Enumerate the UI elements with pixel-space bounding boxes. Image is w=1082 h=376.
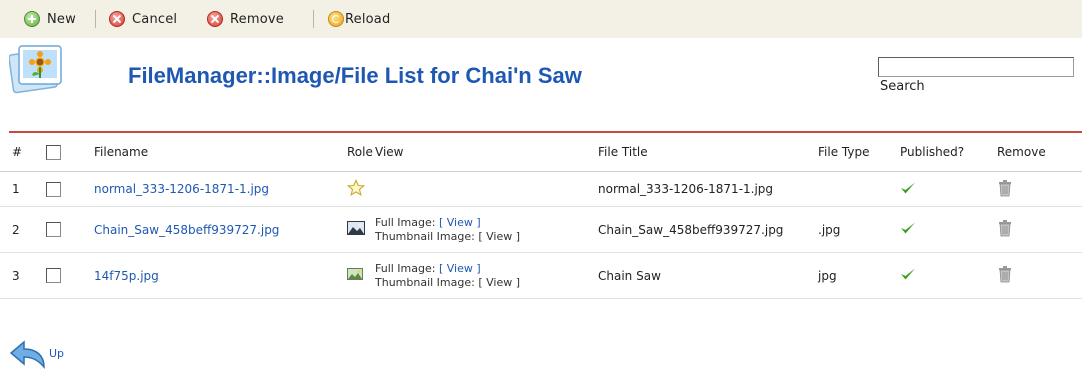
column-header-file-type: File Type bbox=[806, 133, 888, 172]
cancel-button-label: Cancel bbox=[132, 11, 178, 27]
checkmark-icon[interactable] bbox=[900, 267, 916, 281]
image-gallery-icon bbox=[8, 42, 67, 94]
trash-icon[interactable] bbox=[997, 179, 1013, 197]
filename-cell: Chain_Saw_458beff939727.jpg bbox=[82, 206, 335, 253]
table-header-row: # Filename Role View File Title File Typ… bbox=[0, 133, 1082, 172]
toolbar-divider bbox=[313, 10, 314, 28]
table-row: 2 Chain_Saw_458beff939727.jpg Full Image… bbox=[0, 206, 1082, 253]
role-cell bbox=[335, 252, 375, 299]
new-button-label: New bbox=[47, 11, 76, 27]
filename-cell: normal_333-1206-1871-1.jpg bbox=[82, 171, 335, 207]
file-type-cell: jpg bbox=[806, 252, 888, 299]
up-link[interactable]: Up bbox=[49, 347, 64, 360]
cancel-button[interactable]: Cancel bbox=[109, 9, 177, 29]
published-cell bbox=[888, 252, 985, 299]
column-header-select bbox=[42, 133, 82, 172]
file-title-cell: Chain Saw bbox=[586, 252, 806, 299]
remove-button-label: Remove bbox=[230, 11, 284, 27]
row-checkbox[interactable] bbox=[46, 222, 61, 237]
view-full-label: Full Image: bbox=[375, 215, 439, 229]
row-number: 3 bbox=[0, 252, 42, 299]
reload-button[interactable]: Reload bbox=[328, 9, 390, 29]
view-cell: Full Image: [ View ] Thumbnail Image: [ V… bbox=[375, 252, 586, 299]
view-cell: Full Image: [ View ] Thumbnail Image: [ V… bbox=[375, 206, 586, 253]
checkmark-icon[interactable] bbox=[900, 181, 916, 195]
thumbnail-icon[interactable] bbox=[347, 268, 363, 283]
column-header-remove: Remove bbox=[985, 133, 1082, 172]
column-header-role: Role bbox=[335, 133, 375, 172]
remove-icon bbox=[207, 11, 223, 27]
published-cell bbox=[888, 206, 985, 253]
reload-icon bbox=[328, 11, 344, 27]
row-select-cell bbox=[42, 171, 82, 207]
filename-link[interactable]: 14f75p.jpg bbox=[94, 269, 159, 283]
remove-button[interactable]: Remove bbox=[207, 9, 284, 29]
row-checkbox[interactable] bbox=[46, 268, 61, 283]
star-icon[interactable] bbox=[346, 178, 366, 200]
role-cell bbox=[335, 171, 375, 207]
checkmark-icon[interactable] bbox=[900, 221, 916, 235]
row-select-cell bbox=[42, 206, 82, 253]
column-header-number: # bbox=[0, 133, 42, 172]
search-button[interactable]: Search bbox=[880, 79, 925, 94]
file-title-cell: normal_333-1206-1871-1.jpg bbox=[586, 171, 806, 207]
view-full-link[interactable]: [ View ] bbox=[439, 216, 481, 229]
remove-cell bbox=[985, 206, 1082, 253]
reload-button-label: Reload bbox=[345, 11, 391, 27]
image-icon[interactable] bbox=[347, 221, 365, 238]
add-icon bbox=[24, 11, 40, 27]
column-header-published: Published? bbox=[888, 133, 985, 172]
filename-link[interactable]: Chain_Saw_458beff939727.jpg bbox=[94, 223, 279, 237]
trash-icon[interactable] bbox=[997, 265, 1013, 283]
view-thumb-label: Thumbnail Image: [ View ] bbox=[375, 229, 521, 243]
view-thumb-label: Thumbnail Image: [ View ] bbox=[375, 275, 521, 289]
row-checkbox[interactable] bbox=[46, 181, 61, 197]
table-row: 3 14f75p.jpg Full Image: [ View ] Thumbna… bbox=[0, 252, 1082, 299]
row-number: 1 bbox=[0, 171, 42, 207]
filename-cell: 14f75p.jpg bbox=[82, 252, 335, 299]
trash-icon[interactable] bbox=[997, 219, 1013, 237]
file-title-cell: Chain_Saw_458beff939727.jpg bbox=[586, 206, 806, 253]
filename-link[interactable]: normal_333-1206-1871-1.jpg bbox=[94, 182, 269, 196]
view-full-label: Full Image: bbox=[375, 261, 439, 275]
file-type-cell: .jpg bbox=[806, 206, 888, 253]
column-header-view: View bbox=[375, 133, 586, 172]
up-arrow-icon[interactable] bbox=[9, 337, 46, 373]
cancel-icon bbox=[109, 11, 125, 27]
search-input[interactable] bbox=[878, 57, 1074, 77]
toolbar-divider bbox=[95, 10, 96, 28]
remove-cell bbox=[985, 171, 1082, 207]
column-header-file-title: File Title bbox=[586, 133, 806, 172]
new-button[interactable]: New bbox=[24, 9, 76, 29]
select-all-checkbox[interactable] bbox=[46, 144, 61, 160]
row-number: 2 bbox=[0, 206, 42, 253]
file-table: # Filename Role View File Title File Typ… bbox=[0, 133, 1082, 299]
row-select-cell bbox=[42, 252, 82, 299]
column-header-filename: Filename bbox=[82, 133, 335, 172]
view-full-link[interactable]: [ View ] bbox=[439, 262, 481, 275]
toolbar: New Cancel Remove Reload bbox=[0, 0, 1082, 38]
remove-cell bbox=[985, 252, 1082, 299]
table-row: 1 normal_333-1206-1871-1.jpg normal_333-… bbox=[0, 171, 1082, 207]
role-cell bbox=[335, 206, 375, 253]
view-cell bbox=[375, 171, 586, 207]
file-type-cell bbox=[806, 171, 888, 207]
published-cell bbox=[888, 171, 985, 207]
page-title: FileManager::Image/File List for Chai'n … bbox=[128, 63, 582, 88]
